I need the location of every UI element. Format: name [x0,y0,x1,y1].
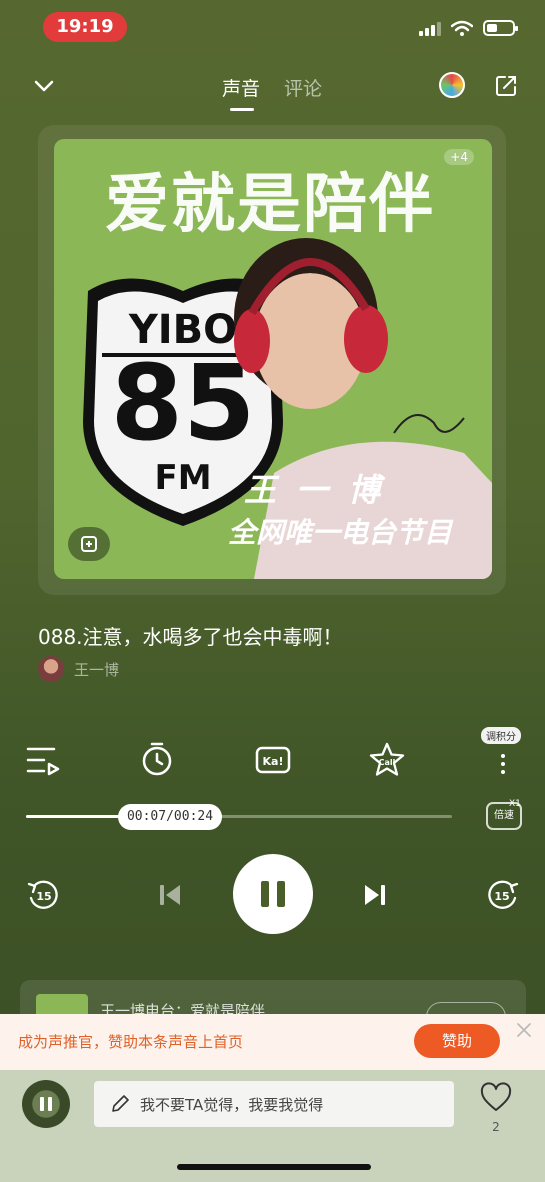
next-track-icon[interactable] [360,880,390,910]
chevron-down-icon[interactable] [32,74,56,98]
author-name[interactable]: 王一博 [74,659,119,680]
call-label: Call [379,758,396,767]
top-nav: 声音 评论 [0,68,545,112]
cover-subtitle: 全网唯一电台节目 [228,516,453,549]
wifi-icon [451,20,473,36]
track-title: 088.注意，水喝多了也会中毒啊！ [38,625,343,649]
sponsor-button[interactable]: 赞助 [414,1024,500,1058]
control-row: Ka! Call [0,738,545,782]
author-avatar[interactable] [38,656,64,682]
pencil-icon [112,1095,129,1112]
comment-input[interactable]: 我不要TA觉得，我要我觉得 [94,1081,454,1127]
rate-badge[interactable]: 调积分 [481,727,521,744]
cover-count-badge: +4 [444,149,474,165]
previous-track-icon[interactable] [155,880,185,910]
speed-value: X1 [509,799,521,809]
call-star-icon[interactable]: Call [368,741,406,779]
status-time: 19:19 [43,12,127,42]
cover-tag-icon[interactable] [68,527,110,561]
author-row[interactable]: 王一博 [38,656,119,682]
pause-icon [261,881,285,907]
heart-icon[interactable] [480,1082,512,1114]
forward-seconds: 15 [494,890,509,903]
progress-fill [26,815,120,818]
signal-icon [419,20,441,36]
album-cover[interactable]: 爱就是陪伴 +4 YIBO 85 FM 王一博 全网唯一电台节目 [54,139,492,579]
battery-icon [483,20,518,36]
share-icon[interactable] [494,74,518,98]
sponsor-text: 成为声推官，赞助本条声音上首页 [18,1033,244,1051]
cover-host-name: 王一博 [244,471,401,509]
playback-controls: 15 15 [0,852,545,936]
status-icons [419,20,518,36]
user-avatar[interactable] [439,72,465,98]
tab-comments[interactable]: 评论 [284,74,322,101]
mini-player-pause[interactable] [22,1080,70,1128]
rewind-seconds: 15 [36,890,51,903]
shield-bottom-text: FM [154,458,211,498]
karaoke-label: Ka! [263,755,284,768]
tab-bar: 声音 评论 [222,74,322,111]
progress-thumb-time[interactable]: 00:07/00:24 [118,804,222,830]
playlist-icon[interactable] [24,741,62,779]
pause-button[interactable] [233,854,313,934]
sponsor-banner: 成为声推官，赞助本条声音上首页 赞助 [0,1014,545,1070]
status-bar: 19:19 [0,0,545,56]
comment-placeholder: 我不要TA觉得，我要我觉得 [140,1095,324,1114]
forward-15-icon[interactable]: 15 [486,878,520,912]
close-icon[interactable] [516,1022,532,1038]
tab-sound[interactable]: 声音 [222,74,260,111]
more-vertical-icon[interactable] [490,744,516,782]
home-indicator [177,1164,371,1170]
like-count: 2 [492,1120,500,1134]
timer-icon[interactable] [138,740,176,778]
karaoke-icon[interactable]: Ka! [254,741,292,779]
rewind-15-icon[interactable]: 15 [26,878,60,912]
